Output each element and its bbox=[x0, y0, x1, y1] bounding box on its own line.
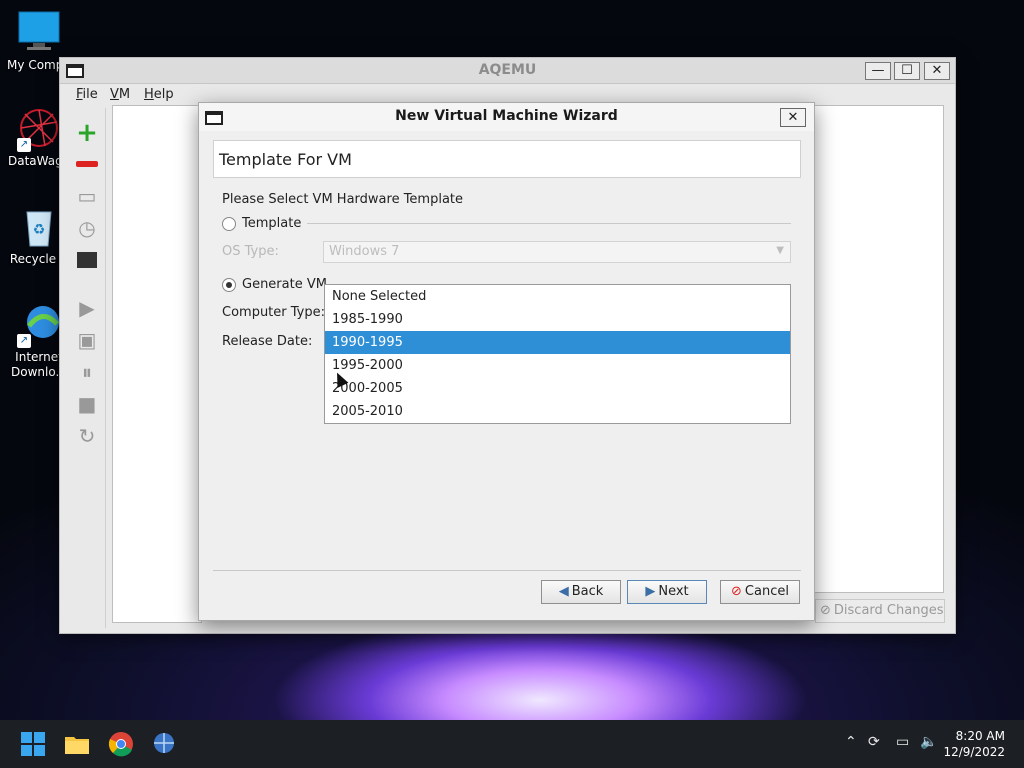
dropdown-option[interactable]: 1985-1990 bbox=[325, 308, 790, 331]
wizard-title: New Virtual Machine Wizard bbox=[395, 108, 618, 124]
release-date-label: Release Date: bbox=[222, 334, 313, 349]
chevron-down-icon: ▼ bbox=[776, 245, 784, 256]
clock-time: 8:20 AM bbox=[955, 729, 1005, 743]
discard-changes-button[interactable]: ⊘ Discard Changes bbox=[815, 599, 945, 623]
volume-icon[interactable]: 🔈 bbox=[920, 734, 937, 750]
wizard-titlebar[interactable]: New Virtual Machine Wizard ✕ bbox=[199, 103, 814, 131]
delete-vm-icon[interactable] bbox=[74, 151, 100, 177]
back-button[interactable]: ◀ Back bbox=[541, 580, 621, 604]
save-icon[interactable]: ▣ bbox=[74, 327, 100, 353]
menu-file[interactable]: File bbox=[76, 87, 98, 102]
wizard-close-button[interactable]: ✕ bbox=[780, 108, 806, 127]
divider bbox=[307, 223, 791, 224]
vertical-toolbar: + ▭ ◷ ▶ ▣ ⏸ ■ ↻ bbox=[66, 108, 106, 628]
arrow-left-icon: ◀ bbox=[558, 584, 569, 599]
maximize-button[interactable]: ☐ bbox=[894, 62, 920, 80]
clock-icon[interactable]: ◷ bbox=[74, 215, 100, 241]
close-button[interactable]: ✕ bbox=[924, 62, 950, 80]
stop-icon[interactable]: ■ bbox=[74, 391, 100, 417]
main-window-title: AQEMU bbox=[478, 62, 537, 78]
menu-help[interactable]: Help bbox=[144, 87, 174, 102]
menu-vm[interactable]: VM bbox=[110, 87, 130, 102]
template-radio[interactable] bbox=[222, 217, 236, 231]
dropdown-option[interactable]: 1995-2000 bbox=[325, 354, 790, 377]
button-divider bbox=[213, 570, 801, 571]
cancel-button[interactable]: ⊘ Cancel bbox=[720, 580, 800, 604]
next-button[interactable]: ▶ Next bbox=[627, 580, 707, 604]
chevron-up-icon[interactable]: ⌃ bbox=[845, 734, 857, 750]
clock-date: 12/9/2022 bbox=[943, 745, 1005, 759]
chrome-icon[interactable] bbox=[108, 731, 134, 757]
terminal-icon[interactable] bbox=[74, 247, 100, 273]
main-titlebar[interactable]: AQEMU — ☐ ✕ bbox=[60, 58, 955, 84]
add-vm-icon[interactable]: + bbox=[74, 120, 100, 146]
file-explorer-icon[interactable] bbox=[64, 731, 90, 757]
computer-type-label: Computer Type: bbox=[222, 305, 325, 320]
windows-start-icon[interactable] bbox=[20, 731, 46, 757]
dropdown-option-selected[interactable]: 1990-1995 bbox=[325, 331, 790, 354]
sync-icon[interactable]: ⟳ bbox=[868, 734, 880, 750]
svg-text:♻: ♻ bbox=[33, 222, 46, 238]
shortcut-arrow-icon: ↗ bbox=[17, 334, 31, 348]
shortcut-arrow-icon: ↗ bbox=[17, 138, 31, 152]
vm-list[interactable] bbox=[112, 105, 202, 623]
recycle-bin-icon: ♻ bbox=[17, 204, 61, 248]
template-prompt: Please Select VM Hardware Template bbox=[222, 192, 464, 207]
internet-download-manager-icon: ↗ bbox=[17, 302, 61, 348]
dropdown-option[interactable]: None Selected bbox=[325, 285, 790, 308]
release-date-dropdown-list[interactable]: None Selected 1985-1990 1990-1995 1995-2… bbox=[324, 284, 791, 424]
generate-vm-radio[interactable] bbox=[222, 278, 236, 292]
datawago-icon: ↗ bbox=[17, 106, 61, 152]
hdd-icon[interactable]: ▭ bbox=[74, 183, 100, 209]
system-clock[interactable]: 8:20 AM 12/9/2022 bbox=[943, 728, 1005, 760]
generate-vm-radio-label[interactable]: Generate VM bbox=[242, 277, 327, 292]
wizard-page-header: Template For VM bbox=[213, 140, 801, 178]
new-vm-wizard-dialog: New Virtual Machine Wizard ✕ Template Fo… bbox=[198, 102, 815, 621]
cancel-icon: ⊘ bbox=[731, 584, 742, 599]
play-icon[interactable]: ▶ bbox=[74, 295, 100, 321]
taskbar: ⌃ ⟳ ▭ 🔈 8:20 AM 12/9/2022 bbox=[0, 720, 1024, 768]
monitor-icon bbox=[17, 10, 61, 54]
dropdown-option[interactable]: 2000-2005 bbox=[325, 377, 790, 400]
minimize-button[interactable]: — bbox=[865, 62, 891, 80]
os-type-select[interactable]: Windows 7 ▼ bbox=[323, 241, 791, 263]
dropdown-option[interactable]: 2005-2010 bbox=[325, 400, 790, 423]
pause-icon[interactable]: ⏸ bbox=[74, 359, 100, 385]
template-radio-label[interactable]: Template bbox=[242, 216, 301, 231]
reset-icon[interactable]: ↻ bbox=[74, 423, 100, 449]
vm-details-panel bbox=[812, 105, 944, 593]
network-icon[interactable]: ▭ bbox=[896, 734, 909, 750]
os-type-label: OS Type: bbox=[222, 244, 279, 259]
arrow-right-icon: ▶ bbox=[645, 584, 656, 599]
network-app-icon[interactable] bbox=[152, 731, 178, 757]
no-entry-icon: ⊘ bbox=[820, 603, 831, 618]
